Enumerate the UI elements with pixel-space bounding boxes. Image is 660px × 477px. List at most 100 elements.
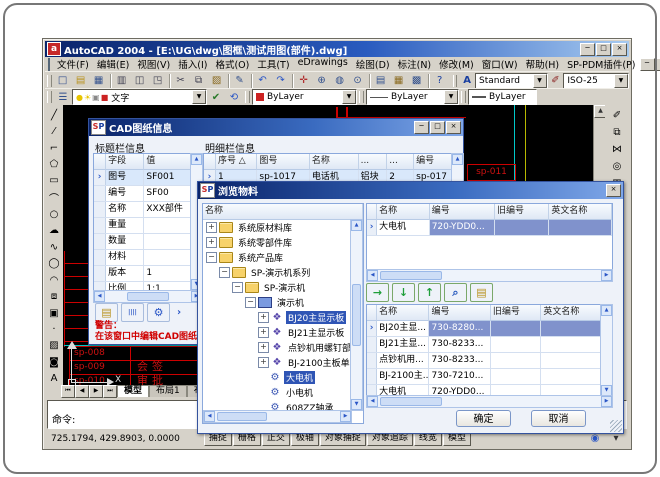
table-row[interactable]: 名称XXX部件 — [94, 202, 191, 218]
insert-block-icon[interactable]: ⧈ — [45, 288, 63, 304]
paste-icon[interactable]: ▨ — [208, 72, 226, 89]
revcloud-icon[interactable]: ☁ — [45, 223, 63, 239]
menu-item[interactable]: 窗口(W) — [478, 56, 522, 72]
text-style-combo[interactable]: Standard ▼ — [475, 73, 548, 89]
match-properties-icon[interactable]: ✎ — [231, 72, 249, 89]
minimize-icon[interactable]: ─ — [414, 121, 429, 134]
tree-vscrollbar[interactable]: ▲ ▼ — [350, 219, 363, 411]
save-icon[interactable]: ▦ — [90, 72, 108, 89]
ok-button[interactable]: 确定 — [456, 410, 511, 427]
chevron-down-icon[interactable]: ▼ — [342, 90, 356, 104]
ellipse-icon[interactable]: ◯ — [45, 256, 63, 272]
scroll-left-icon[interactable]: ◀ — [367, 270, 378, 281]
resize-grip[interactable] — [610, 420, 622, 432]
color-combo[interactable]: ByLayer ▼ — [252, 89, 357, 105]
titleblock-info-grid[interactable]: 字段值›图号SF001编号SF00名称XXX部件重量数量材料版本1比例1:1 — [93, 153, 192, 299]
scroll-up-icon[interactable]: ▲ — [601, 305, 612, 316]
tree-item[interactable]: −SP-演示机 — [203, 280, 363, 295]
menu-item[interactable]: SP-PDM插件(P) — [563, 56, 639, 72]
open-folder-icon[interactable]: ▤ — [470, 283, 493, 302]
info-grid-hscrollbar[interactable]: ◀ ▶ — [93, 290, 203, 303]
ellipse-arc-icon[interactable]: ◠ — [45, 272, 63, 288]
new-icon[interactable]: □ — [54, 72, 72, 89]
plot-preview-icon[interactable]: ◫ — [131, 72, 149, 89]
menu-item[interactable]: 修改(M) — [435, 56, 478, 72]
table-row[interactable]: 数量 — [94, 234, 191, 250]
chevron-down-icon[interactable]: ▼ — [614, 74, 628, 88]
table-row[interactable]: 材料 — [94, 250, 191, 266]
scroll-right-icon[interactable]: ▶ — [601, 270, 612, 281]
scroll-left-icon[interactable]: ◀ — [94, 291, 105, 302]
construction-line-icon[interactable]: ⁄ — [45, 123, 63, 139]
tree-item[interactable]: ⚙小电机 — [203, 385, 363, 400]
cad-info-titlebar[interactable]: SP CAD图纸信息 ─□× — [89, 119, 463, 136]
publish-icon[interactable]: ◳ — [149, 72, 167, 89]
material-list-table[interactable]: 名称编号旧编号英文名称›BJ20主显...730-8280...BJ21主显..… — [366, 304, 602, 397]
pan-icon[interactable]: ✛ — [295, 72, 313, 89]
toolbar-grip[interactable] — [47, 91, 52, 103]
tab-layout1[interactable]: 布局1 — [149, 385, 187, 397]
transfer-icon[interactable]: → — [366, 283, 389, 302]
tab-nav-icon[interactable]: ⏭ — [103, 385, 117, 398]
list-table-vscrollbar[interactable]: ▲ ▼ — [600, 304, 613, 397]
table-row[interactable]: BJ21主显...730-8233... — [367, 337, 601, 353]
collapse-icon[interactable]: − — [232, 282, 243, 293]
tab-nav-icon[interactable]: ◀ — [75, 385, 89, 398]
maximize-icon[interactable]: □ — [430, 121, 445, 134]
dim-style-combo[interactable]: ISO-25 ▼ — [563, 73, 629, 89]
menu-item[interactable]: 绘图(D) — [352, 56, 394, 72]
plot-icon[interactable]: ▥ — [113, 72, 131, 89]
line-icon[interactable]: ╱ — [45, 107, 63, 123]
chevron-down-icon[interactable]: ▼ — [444, 90, 458, 104]
scroll-down-icon[interactable]: ▼ — [351, 399, 362, 410]
copy-object-icon[interactable]: ⧉ — [608, 124, 626, 141]
tab-nav-icon[interactable]: ⏮ — [61, 385, 75, 398]
tree-item[interactable]: −演示机 — [203, 295, 363, 310]
toolbar-grip[interactable] — [453, 75, 458, 87]
scroll-up-icon[interactable]: ▲ — [452, 154, 463, 165]
text-style-icon[interactable]: A — [459, 72, 475, 89]
table-row[interactable]: 点钞机用...730-8233... — [367, 353, 601, 369]
collapse-icon[interactable]: − — [219, 267, 230, 278]
rectangle-icon[interactable]: ▭ — [45, 173, 63, 189]
toolbar-grip[interactable] — [245, 91, 250, 103]
zoom-window-icon[interactable]: ◍ — [331, 72, 349, 89]
table-row[interactable]: 重量 — [94, 218, 191, 234]
barcode-icon[interactable]: |||| — [121, 303, 144, 322]
menu-item[interactable]: eDrawings — [294, 56, 352, 72]
scroll-left-icon[interactable]: ◀ — [367, 396, 378, 407]
mdi-minimize-icon[interactable]: ─ — [640, 58, 655, 71]
scroll-right-icon[interactable]: ▶ — [601, 396, 612, 407]
copy-icon[interactable]: ⧉ — [190, 72, 208, 89]
cancel-button[interactable]: 取消 — [531, 410, 586, 427]
table-row[interactable]: ›图号SF001 — [94, 170, 191, 186]
toolbar-grip[interactable] — [47, 75, 52, 87]
region-icon[interactable]: ◙ — [45, 354, 63, 370]
zoom-previous-icon[interactable]: ⊙ — [349, 72, 367, 89]
redo-icon[interactable]: ↷ — [272, 72, 290, 89]
gear-add-icon[interactable]: ⚙ — [147, 303, 170, 322]
scroll-left-icon[interactable]: ◀ — [204, 411, 215, 422]
expand-icon[interactable]: + — [258, 342, 269, 353]
menu-item[interactable]: 标注(N) — [394, 56, 436, 72]
table-row[interactable]: 编号SF00 — [94, 186, 191, 202]
menu-item[interactable]: 插入(I) — [174, 56, 211, 72]
layer-manager-icon[interactable]: ☰ — [54, 89, 72, 106]
point-icon[interactable]: · — [45, 321, 63, 337]
tool-palettes-icon[interactable]: ▩ — [408, 72, 426, 89]
tree-item[interactable]: −SP-演示机系列 — [203, 265, 363, 280]
properties-icon[interactable]: ▤ — [372, 72, 390, 89]
open-icon[interactable]: ▤ — [95, 303, 118, 322]
download-icon[interactable]: ↓ — [392, 283, 415, 302]
tab-nav-icon[interactable]: ▶ — [89, 385, 103, 398]
browse-titlebar[interactable]: SP 浏览物料 × — [198, 182, 623, 199]
toolbar-grip[interactable] — [359, 91, 364, 103]
arc-icon[interactable]: ⌒ — [45, 189, 63, 206]
expand-icon[interactable]: + — [258, 312, 269, 323]
expand-icon[interactable]: + — [258, 327, 269, 338]
menu-item[interactable]: 文件(F) — [53, 56, 93, 72]
collapse-icon[interactable]: − — [245, 297, 256, 308]
scroll-right-icon[interactable]: ▶ — [340, 411, 351, 422]
close-icon[interactable]: × — [612, 43, 627, 56]
circle-icon[interactable]: ○ — [45, 206, 63, 222]
